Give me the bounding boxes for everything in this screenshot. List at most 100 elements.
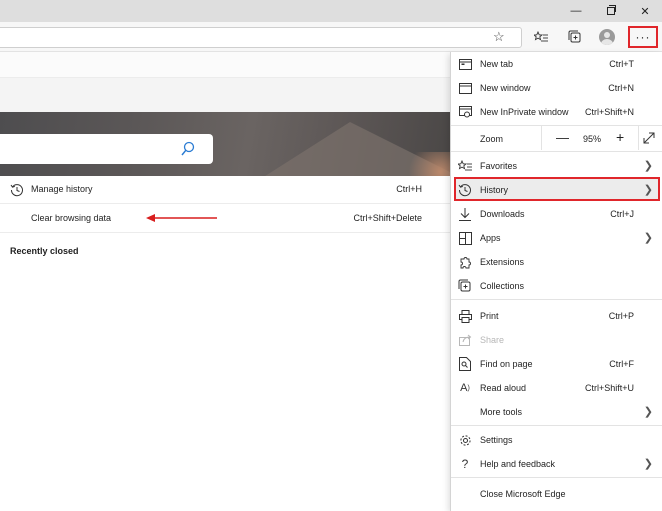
find-on-page-shortcut: Ctrl+F — [609, 359, 634, 369]
settings-and-more-menu: New tab Ctrl+T New window Ctrl+N New InP… — [450, 52, 662, 511]
settings-label: Settings — [480, 435, 513, 445]
menu-item-new-inprivate-window[interactable]: New InPrivate window Ctrl+Shift+N — [451, 100, 662, 124]
apps-icon — [458, 231, 472, 245]
zoom-label: Zoom — [480, 134, 504, 144]
favorites-label: Favorites — [480, 161, 518, 171]
profile-avatar[interactable] — [597, 28, 617, 46]
question-mark-icon: ? — [461, 457, 469, 471]
chevron-right-icon: ❯ — [643, 160, 653, 172]
manage-history-shortcut: Ctrl+H — [396, 184, 422, 194]
more-tools-label: More tools — [480, 407, 523, 417]
favorites-icon[interactable] — [531, 28, 551, 46]
new-inprivate-shortcut: Ctrl+Shift+N — [584, 107, 634, 117]
help-label: Help and feedback — [480, 459, 556, 469]
menu-separator — [451, 151, 662, 152]
minimize-button[interactable]: — — [559, 0, 593, 22]
chevron-right-icon: ❯ — [643, 184, 653, 196]
new-window-shortcut: Ctrl+N — [608, 83, 634, 93]
menu-item-new-tab[interactable]: New tab Ctrl+T — [451, 52, 662, 76]
address-bar[interactable]: ☆ — [0, 27, 522, 48]
zoom-controls: — 95% + — [541, 126, 639, 150]
menu-item-history[interactable]: History ❯ — [451, 178, 662, 202]
chevron-right-icon: ❯ — [643, 232, 653, 244]
gear-icon — [458, 433, 472, 447]
menu-item-apps[interactable]: Apps ❯ — [451, 226, 662, 250]
manage-history-item[interactable]: Manage history Ctrl+H — [0, 176, 450, 204]
apps-label: Apps — [480, 233, 501, 243]
menu-item-find-on-page[interactable]: Find on page Ctrl+F — [451, 352, 662, 376]
menu-item-zoom: Zoom — 95% + — [451, 126, 662, 150]
menu-item-downloads[interactable]: Downloads Ctrl+J — [451, 202, 662, 226]
menu-separator — [451, 477, 662, 478]
inprivate-icon — [458, 105, 472, 119]
menu-item-close-edge[interactable]: Close Microsoft Edge — [451, 482, 662, 506]
menu-item-new-window[interactable]: New window Ctrl+N — [451, 76, 662, 100]
search-input[interactable] — [0, 134, 213, 164]
menu-item-extensions[interactable]: Extensions — [451, 250, 662, 274]
avatar-icon — [599, 29, 615, 45]
menu-item-favorites[interactable]: Favorites ❯ — [451, 154, 662, 178]
collections-icon[interactable] — [565, 28, 585, 46]
menu-separator — [451, 425, 662, 426]
close-window-button[interactable]: ✕ — [628, 0, 662, 22]
zoom-out-button[interactable]: — — [556, 130, 569, 145]
clear-browsing-data-item[interactable]: Clear browsing data Ctrl+Shift+Delete — [0, 205, 450, 233]
new-window-label: New window — [480, 83, 531, 93]
menu-item-more-tools[interactable]: More tools ❯ — [451, 400, 662, 424]
close-edge-label: Close Microsoft Edge — [480, 489, 566, 499]
clear-browsing-data-label: Clear browsing data — [31, 213, 112, 223]
extensions-label: Extensions — [480, 257, 525, 267]
history-flyout: Manage history Ctrl+H Clear browsing dat… — [0, 176, 450, 511]
print-shortcut: Ctrl+P — [608, 311, 634, 321]
add-favorite-star-icon[interactable]: ☆ — [493, 29, 505, 45]
find-icon — [458, 357, 472, 371]
download-icon — [458, 207, 472, 221]
new-tab-label: New tab — [480, 59, 514, 69]
page-top-bar — [0, 52, 450, 78]
history-icon — [458, 183, 472, 197]
new-window-icon — [458, 81, 472, 95]
menu-item-help-and-feedback[interactable]: ? Help and feedback ❯ — [451, 452, 662, 476]
print-label: Print — [480, 311, 499, 321]
menu-item-collections[interactable]: Collections — [451, 274, 662, 298]
share-label: Share — [480, 335, 505, 345]
zoom-in-button[interactable]: + — [616, 129, 624, 145]
chevron-right-icon: ❯ — [643, 458, 653, 470]
page-band — [0, 78, 450, 112]
menu-item-settings[interactable]: Settings — [451, 428, 662, 452]
printer-icon — [458, 309, 472, 323]
downloads-label: Downloads — [480, 209, 525, 219]
zoom-level: 95% — [583, 134, 602, 144]
favorites-star-icon — [458, 159, 472, 173]
collections-icon — [458, 279, 472, 293]
menu-separator — [451, 299, 662, 300]
red-arrow-annotation — [146, 214, 217, 222]
restore-icon — [607, 5, 616, 15]
read-aloud-icon: A) — [460, 382, 470, 394]
menu-item-share[interactable]: Share — [451, 328, 662, 352]
history-icon — [10, 184, 23, 197]
browser-toolbar: ☆ ··· — [0, 22, 662, 52]
share-icon — [458, 333, 472, 347]
recently-closed-heading: Recently closed — [10, 246, 79, 256]
downloads-shortcut: Ctrl+J — [610, 209, 634, 219]
new-tab-shortcut: Ctrl+T — [609, 59, 634, 69]
search-icon[interactable] — [181, 141, 195, 157]
puzzle-icon — [458, 255, 472, 269]
settings-and-more-button[interactable]: ··· — [628, 26, 658, 48]
manage-history-label: Manage history — [31, 184, 93, 194]
menu-item-read-aloud[interactable]: A) Read aloud Ctrl+Shift+U — [451, 376, 662, 400]
history-label: History — [480, 185, 509, 195]
new-inprivate-label: New InPrivate window — [480, 107, 569, 117]
menu-item-print[interactable]: Print Ctrl+P — [451, 304, 662, 328]
fullscreen-icon[interactable] — [643, 132, 655, 144]
read-aloud-shortcut: Ctrl+Shift+U — [584, 383, 634, 393]
chevron-right-icon: ❯ — [643, 406, 653, 418]
new-tab-icon — [458, 57, 472, 71]
clear-browsing-data-shortcut: Ctrl+Shift+Delete — [353, 213, 422, 223]
read-aloud-label: Read aloud — [480, 383, 527, 393]
title-bar: — ✕ — [0, 0, 662, 22]
collections-label: Collections — [480, 281, 525, 291]
find-on-page-label: Find on page — [480, 359, 533, 369]
restore-button[interactable] — [594, 0, 628, 22]
